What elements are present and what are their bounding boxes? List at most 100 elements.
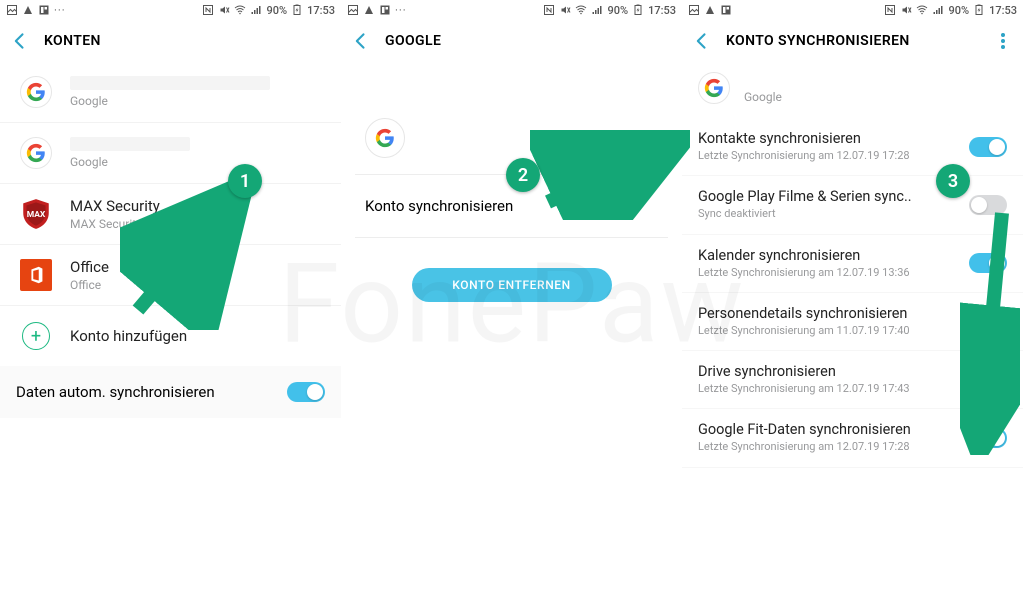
annotation-badge-1: 1 [228, 164, 262, 198]
title-bar: KONTEN [0, 20, 341, 62]
redacted-email [70, 76, 270, 90]
auto-sync-toggle[interactable] [287, 382, 325, 402]
account-row-max-security[interactable]: MAX MAX Security MAX Security [0, 183, 341, 244]
add-account-row[interactable]: + Konto hinzufügen [0, 305, 341, 366]
redacted-email [70, 137, 190, 151]
battery-text: 90% [607, 4, 628, 17]
phone-screen-3: 90% 17:53 KONTO SYNCHRONISIEREN Google K… [682, 0, 1023, 607]
image-icon [347, 4, 359, 16]
triangle-icon [363, 4, 375, 16]
account-provider-label: Google [744, 90, 1007, 104]
page-title: KONTEN [44, 33, 331, 49]
tutorial-canvas: FonePaw ··· 90% 17:53 KONTEN [0, 0, 1024, 607]
annotation-badge-3: 3 [936, 164, 970, 198]
account-provider-label: Google [70, 155, 325, 169]
battery-charging-icon [291, 4, 303, 16]
flipboard-icon [720, 4, 732, 16]
status-bar: 90% 17:53 [682, 0, 1023, 20]
status-bar: ··· 90% 17:53 [341, 0, 682, 20]
redacted-email [419, 130, 569, 146]
phone-screen-2: ··· 90% 17:53 GOOGLE [341, 0, 682, 607]
sync-item[interactable]: Personendetails synchronisieren Letzte Sy… [682, 293, 1023, 351]
phone-screen-1: ··· 90% 17:53 KONTEN [0, 0, 341, 607]
account-row-google-2[interactable]: Google [0, 122, 341, 183]
sync-item-title: Google Play Filme & Serien sync.. [698, 188, 961, 205]
redacted-email [744, 73, 944, 87]
title-bar: GOOGLE [341, 20, 682, 62]
back-icon[interactable] [692, 31, 712, 51]
sync-toggle[interactable] [969, 137, 1007, 157]
mute-icon [559, 4, 571, 16]
sync-item-sub: Letzte Synchronisierung am 12.07.19 17:2… [698, 440, 961, 454]
sync-item-title: Kalender synchronisieren [698, 247, 961, 264]
sync-item-title: Kontakte synchronisieren [698, 130, 961, 147]
account-header: Google [682, 62, 1023, 118]
mute-icon [218, 4, 230, 16]
svg-text:MAX: MAX [27, 210, 46, 220]
sync-item[interactable]: Drive synchronisieren Letzte Synchronisie… [682, 351, 1023, 409]
battery-text: 90% [948, 4, 969, 17]
shield-icon: MAX [19, 197, 53, 231]
battery-charging-icon [973, 4, 985, 16]
sync-toggle[interactable] [969, 370, 1007, 390]
office-icon [20, 259, 52, 291]
flipboard-icon [379, 4, 391, 16]
sync-item-sub: Letzte Synchronisierung am 12.07.19 17:4… [698, 382, 961, 396]
battery-charging-icon [632, 4, 644, 16]
account-row-google-1[interactable]: Google [0, 62, 341, 122]
triangle-icon [22, 4, 34, 16]
google-icon [365, 118, 405, 158]
annotation-badge-2: 2 [506, 158, 540, 192]
sync-toggle[interactable] [969, 428, 1007, 448]
sync-toggle[interactable] [969, 253, 1007, 273]
sync-item-sub: Sync deaktiviert [698, 207, 961, 221]
sync-toggle[interactable] [969, 195, 1007, 215]
overflow-menu-icon[interactable] [993, 31, 1013, 51]
auto-sync-row[interactable]: Daten autom. synchronisieren [0, 366, 341, 418]
back-icon[interactable] [10, 31, 30, 51]
wifi-icon [234, 4, 246, 16]
sync-item-sub: Letzte Synchronisierung am 12.07.19 13:3… [698, 266, 961, 280]
signal-icon [250, 4, 262, 16]
triangle-icon [704, 4, 716, 16]
back-icon[interactable] [351, 31, 371, 51]
sync-item-title: Google Fit-Daten synchronisieren [698, 421, 961, 438]
page-title: GOOGLE [385, 33, 672, 49]
more-icon: ··· [54, 4, 66, 17]
account-provider-label: Google [70, 94, 325, 108]
sync-account-label: Konto synchronisieren [365, 197, 513, 215]
sync-item[interactable]: Google Play Filme & Serien sync.. Sync de… [682, 176, 1023, 234]
sync-item-sub: Letzte Synchronisierung am 12.07.19 17:2… [698, 149, 961, 163]
sync-item[interactable]: Kontakte synchronisieren Letzte Synchroni… [682, 118, 1023, 176]
clock-text: 17:53 [648, 4, 676, 17]
image-icon [688, 4, 700, 16]
account-row-office[interactable]: Office Office [0, 244, 341, 305]
account-name-label: MAX Security [70, 197, 325, 215]
auto-sync-label: Daten autom. synchronisieren [16, 383, 287, 401]
battery-text: 90% [266, 4, 287, 17]
sync-item[interactable]: Kalender synchronisieren Letzte Synchroni… [682, 235, 1023, 293]
clock-text: 17:53 [989, 4, 1017, 17]
sync-item-title: Drive synchronisieren [698, 363, 961, 380]
account-name-label: Office [70, 258, 325, 276]
account-provider-label: MAX Security [70, 217, 325, 231]
sync-item-sub: Letzte Synchronisierung am 11.07.19 17:4… [698, 324, 961, 338]
accounts-list: Google Google MAX [0, 62, 341, 366]
signal-icon [591, 4, 603, 16]
google-icon [698, 72, 730, 104]
sync-item-title: Personendetails synchronisieren [698, 305, 961, 322]
sync-items-list: Kontakte synchronisieren Letzte Synchroni… [682, 118, 1023, 468]
remove-account-button[interactable]: KONTO ENTFERNEN [412, 268, 612, 302]
page-title: KONTO SYNCHRONISIEREN [726, 33, 993, 49]
plus-icon: + [22, 322, 50, 350]
nfc-icon [884, 4, 896, 16]
status-right-icons: 90% 17:53 [202, 4, 335, 17]
sync-item[interactable]: Google Fit-Daten synchronisieren Letzte S… [682, 409, 1023, 467]
wifi-icon [575, 4, 587, 16]
status-bar: ··· 90% 17:53 [0, 0, 341, 20]
signal-icon [932, 4, 944, 16]
more-icon: ··· [395, 4, 407, 17]
sync-toggle[interactable] [969, 312, 1007, 332]
status-left-icons: ··· [6, 4, 66, 17]
add-account-label: Konto hinzufügen [70, 327, 325, 345]
